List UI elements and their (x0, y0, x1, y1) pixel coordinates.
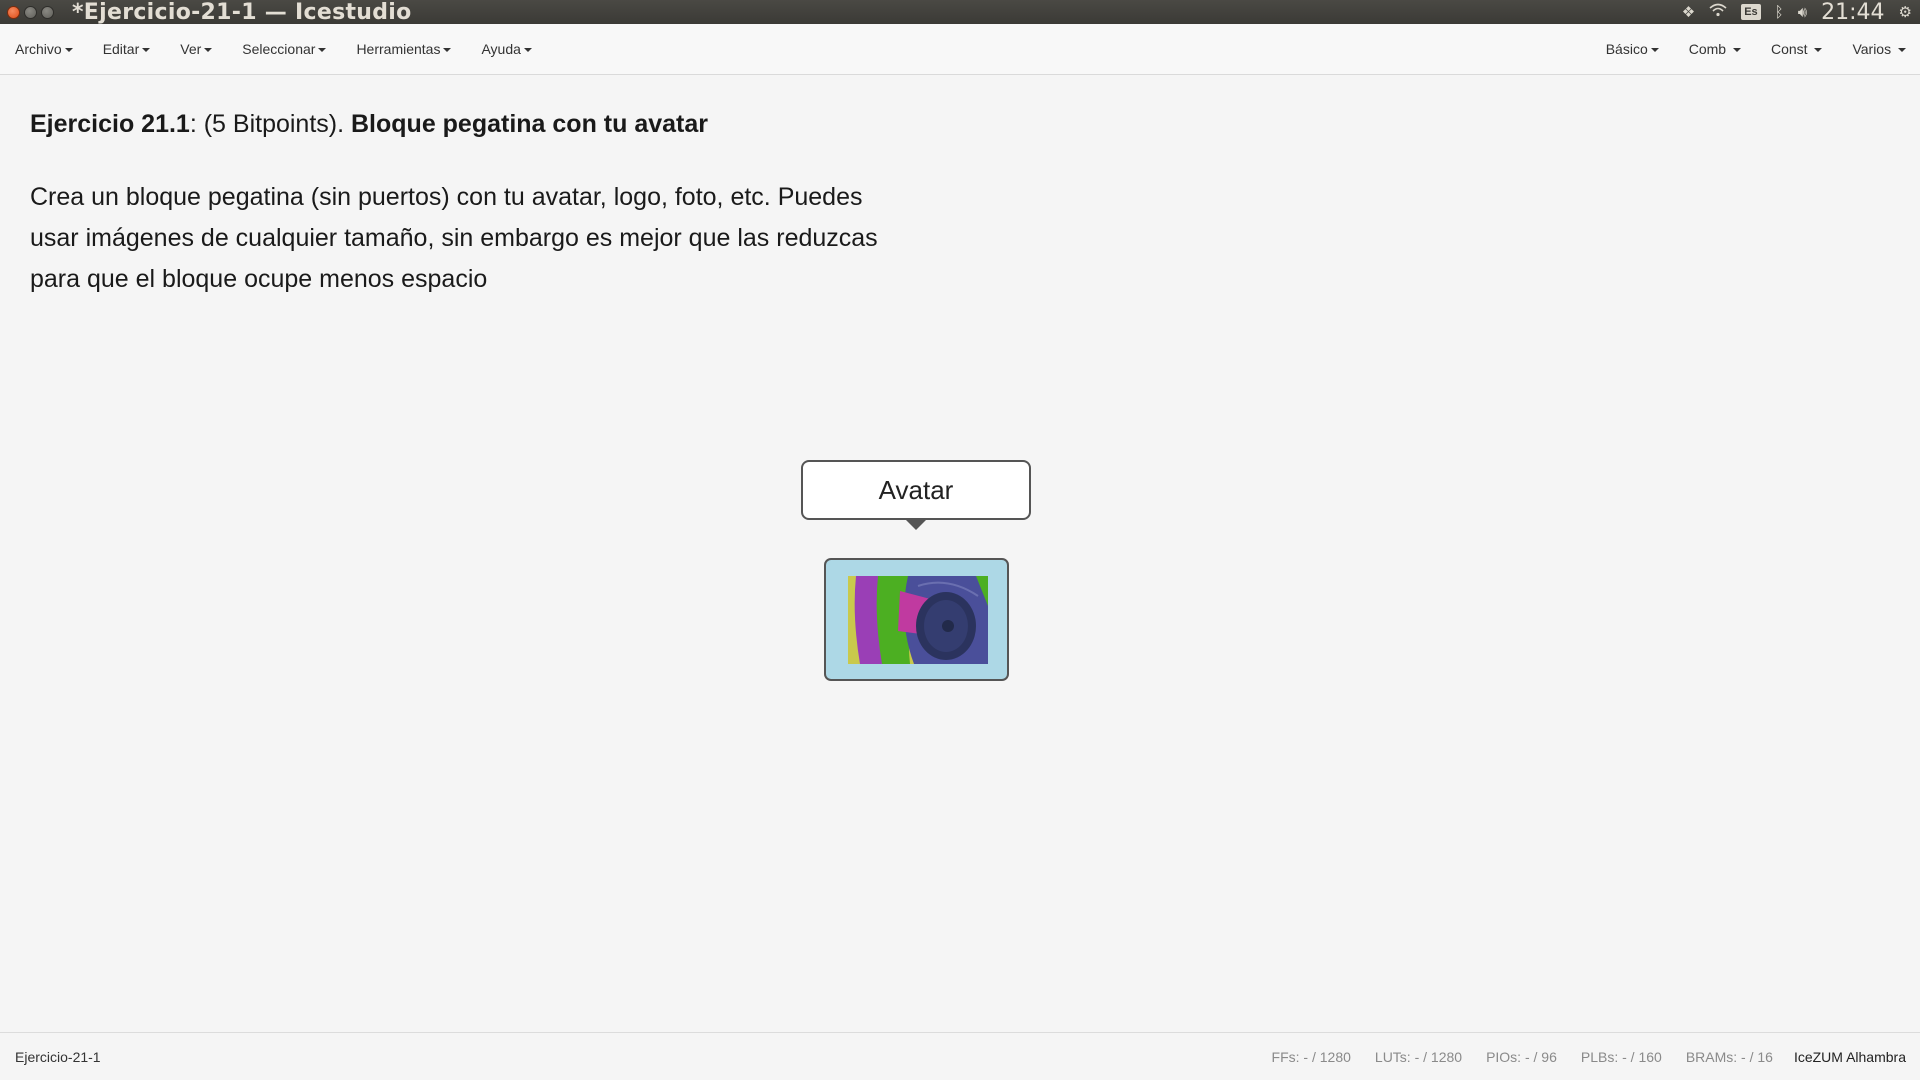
collections-menu: Básico Comb Const Varios (1576, 41, 1906, 57)
maximize-window-button[interactable] (41, 5, 54, 19)
brams-usage: BRAMs: - / 16 (1685, 1048, 1773, 1065)
status-filename: Ejercicio-21-1 (15, 1048, 101, 1065)
clock[interactable]: 21:44 (1821, 0, 1884, 25)
design-canvas[interactable]: Ejercicio 21.1: (5 Bitpoints). Bloque pe… (0, 75, 1920, 1033)
menu-ver[interactable]: Ver (180, 41, 227, 57)
luts-usage: LUTs: - / 1280 (1374, 1048, 1463, 1065)
menu-label: Varios (1852, 41, 1892, 57)
menu-label: Básico (1605, 41, 1648, 57)
menu-ayuda[interactable]: Ayuda (481, 41, 546, 57)
caret-down-icon (204, 48, 213, 53)
menu-herramientas[interactable]: Herramientas (356, 41, 466, 57)
menu-label: Ayuda (481, 41, 521, 57)
main-menu: Archivo Editar Ver Seleccionar Herramien… (15, 41, 562, 57)
caret-down-icon (523, 48, 532, 53)
menu-label: Archivo (15, 41, 62, 57)
exercise-title: Bloque pegatina con tu avatar (351, 110, 709, 138)
window-titlebar: *Ejercicio-21-1 — Icestudio ❖ Es ᛒ 🔊︎ 21… (0, 0, 1920, 25)
description-line: para que el bloque ocupe menos espacio (30, 265, 488, 293)
window-title: *Ejercicio-21-1 — Icestudio (72, 0, 412, 25)
menu-archivo[interactable]: Archivo (15, 41, 88, 57)
keyboard-layout-indicator[interactable]: Es (1741, 4, 1761, 20)
dropbox-icon[interactable]: ❖ (1682, 3, 1695, 21)
menu-bar: Archivo Editar Ver Seleccionar Herramien… (0, 24, 1920, 75)
menu-label: Seleccionar (242, 41, 316, 57)
caret-down-icon (1898, 48, 1906, 53)
plbs-usage: PLBs: - / 160 (1580, 1048, 1662, 1065)
block-tooltip: Avatar (801, 460, 1031, 520)
ffs-usage: FFs: - / 1280 (1271, 1048, 1351, 1065)
minimize-window-button[interactable] (24, 5, 37, 19)
menu-const[interactable]: Const (1770, 41, 1823, 57)
close-window-button[interactable] (7, 5, 20, 19)
exercise-description: Crea un bloque pegatina (sin puertos) co… (30, 177, 990, 300)
caret-down-icon (443, 48, 452, 53)
exercise-points: : (5 Bitpoints). (189, 110, 351, 138)
bluetooth-icon[interactable]: ᛒ (1775, 4, 1784, 21)
menu-comb[interactable]: Comb (1689, 41, 1741, 57)
tooltip-arrow (906, 520, 926, 530)
status-bar: Ejercicio-21-1 FFs: - / 1280 LUTs: - / 1… (0, 1032, 1920, 1080)
avatar-image (848, 576, 988, 664)
volume-icon[interactable]: 🔊︎ (1798, 4, 1807, 21)
menu-seleccionar[interactable]: Seleccionar (242, 41, 341, 57)
menu-varios[interactable]: Varios (1852, 41, 1906, 57)
menu-label: Editar (102, 41, 140, 57)
caret-down-icon (318, 48, 327, 53)
description-line: usar imágenes de cualquier tamaño, sin e… (30, 224, 878, 252)
menu-label: Herramientas (356, 41, 441, 57)
exercise-number: Ejercicio 21.1 (30, 110, 190, 138)
exercise-heading: Ejercicio 21.1: (5 Bitpoints). Bloque pe… (30, 110, 708, 139)
gear-icon[interactable]: ⚙ (1899, 3, 1912, 21)
resource-usage: FFs: - / 1280 LUTs: - / 1280 PIOs: - / 9… (1248, 1049, 1906, 1065)
menu-label: Comb (1688, 41, 1727, 57)
caret-down-icon (1650, 48, 1659, 53)
menu-editar[interactable]: Editar (103, 41, 166, 57)
avatar-sticker-block[interactable] (824, 558, 1009, 681)
board-name[interactable]: IceZUM Alhambra (1794, 1049, 1906, 1065)
window-controls (7, 5, 54, 19)
menu-basico[interactable]: Básico (1606, 41, 1659, 57)
description-line: Crea un bloque pegatina (sin puertos) co… (30, 183, 863, 211)
system-tray: ❖ Es ᛒ 🔊︎ 21:44 ⚙ (1682, 0, 1912, 25)
caret-down-icon (1732, 48, 1741, 53)
pios-usage: PIOs: - / 96 (1486, 1048, 1557, 1065)
caret-down-icon (142, 48, 151, 53)
caret-down-icon (1814, 48, 1823, 53)
menu-label: Ver (180, 41, 202, 57)
caret-down-icon (64, 48, 73, 53)
wifi-icon[interactable] (1709, 3, 1727, 21)
menu-label: Const (1770, 41, 1808, 57)
